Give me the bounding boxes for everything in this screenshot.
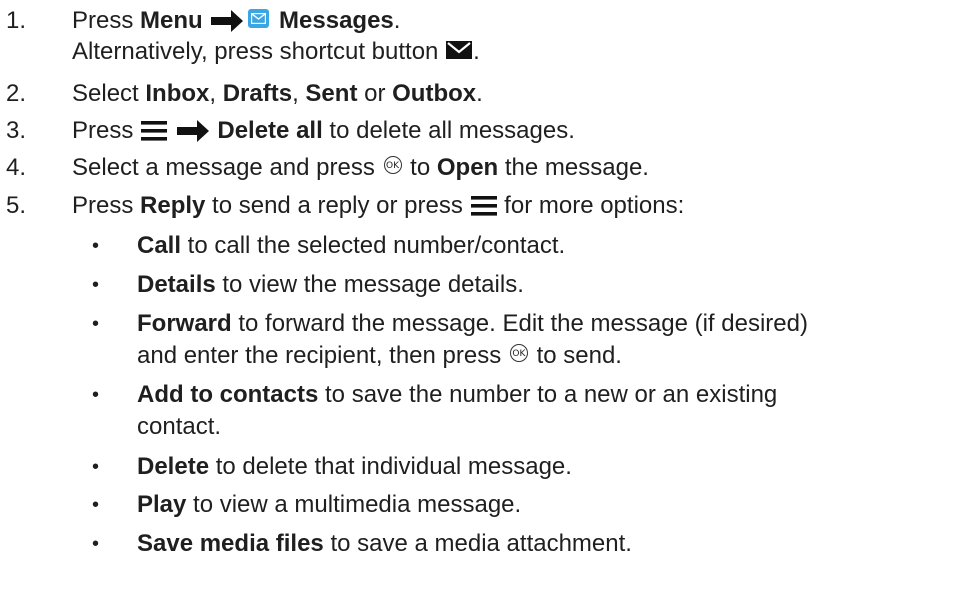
- step-3-text: Press Delete all to delete all messages.: [72, 116, 953, 147]
- right-arrow-icon: [175, 117, 211, 147]
- option-label: Forward: [137, 310, 232, 337]
- step-number: 2.: [6, 80, 27, 107]
- option-label: Add to contacts: [137, 381, 319, 408]
- delete-all-label: Delete all: [217, 117, 323, 144]
- bullet: •: [92, 313, 100, 335]
- drafts-label: Drafts: [222, 80, 293, 107]
- reply-label: Reply: [140, 192, 206, 219]
- step-number: 1.: [6, 7, 27, 34]
- bullet: •: [92, 456, 100, 478]
- step-5-text: Press Reply to send a reply or press for…: [72, 191, 953, 222]
- hamburger-menu-icon: [470, 192, 498, 222]
- messages-label: Messages: [279, 7, 394, 34]
- step-1-line-1: Press Menu Messages.: [72, 6, 953, 37]
- option-label: Call: [137, 232, 182, 259]
- option-label: Save media files: [137, 530, 324, 557]
- option-label: Play: [137, 491, 187, 518]
- outbox-label: Outbox: [392, 80, 477, 107]
- bullet: •: [92, 533, 100, 555]
- step-number: 5.: [6, 192, 27, 219]
- step-4-text: Select a message and press OK to Open th…: [72, 154, 649, 181]
- option-label: Delete: [137, 453, 210, 480]
- instruction-document: 1. Press Menu Messages. Alternatively, p…: [0, 0, 953, 606]
- step-1-line-2: Alternatively, press shortcut button .: [72, 37, 953, 68]
- open-label: Open: [436, 154, 499, 181]
- step-2-text: Select Inbox, Drafts, Sent or Outbox.: [72, 80, 483, 107]
- envelope-app-icon: [248, 9, 270, 29]
- bullet: •: [92, 494, 100, 516]
- hamburger-menu-icon: [140, 117, 168, 147]
- ok-button-icon: OK: [509, 343, 528, 362]
- right-arrow-icon: [209, 7, 245, 37]
- bullet: •: [92, 384, 100, 406]
- menu-label: Menu: [140, 7, 203, 34]
- sent-label: Sent: [305, 80, 358, 107]
- ok-button-icon: OK: [383, 155, 402, 174]
- inbox-label: Inbox: [145, 80, 210, 107]
- step-number: 4.: [6, 154, 27, 181]
- bullet: •: [92, 274, 100, 296]
- envelope-button-icon: [445, 37, 473, 67]
- option-label: Details: [137, 271, 216, 298]
- step-number: 3.: [6, 117, 27, 144]
- bullet: •: [92, 235, 100, 257]
